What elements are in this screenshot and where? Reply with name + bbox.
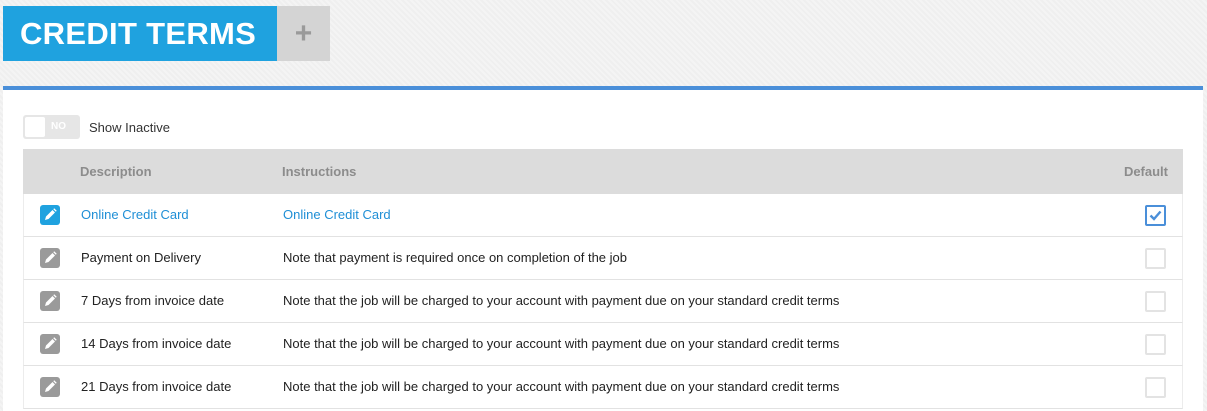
edit-button[interactable] (40, 334, 60, 354)
row-instructions: Note that the job will be charged to you… (283, 336, 840, 351)
checkmark-icon (1149, 210, 1162, 221)
default-checkbox[interactable] (1145, 291, 1166, 312)
table-header: Description Instructions Default (23, 149, 1183, 194)
row-instructions: Note that payment is required once on co… (283, 250, 627, 265)
edit-button[interactable] (40, 205, 60, 225)
pencil-icon (45, 294, 57, 306)
default-checkbox[interactable] (1145, 248, 1166, 269)
row-description-link[interactable]: Online Credit Card (81, 194, 189, 236)
show-inactive-toggle[interactable]: NO (23, 115, 80, 139)
credit-terms-panel: NO Show Inactive Description Instruction… (3, 86, 1203, 411)
add-credit-term-button[interactable]: + (277, 6, 330, 61)
column-header-instructions[interactable]: Instructions (282, 149, 356, 194)
table-row: 7 Days from invoice date Note that the j… (23, 280, 1183, 323)
table-row: Online Credit Card Online Credit Card (23, 194, 1183, 237)
default-checkbox[interactable] (1145, 205, 1166, 226)
table-row: Payment on Delivery Note that payment is… (23, 237, 1183, 280)
row-instructions-link[interactable]: Online Credit Card (283, 194, 391, 236)
row-instructions: Note that the job will be charged to you… (283, 379, 840, 394)
show-inactive-filter: NO Show Inactive (23, 115, 170, 139)
page-title: CREDIT TERMS (3, 6, 277, 61)
page: CREDIT TERMS + NO Show Inactive Descript… (0, 0, 1207, 411)
row-instructions: Note that the job will be charged to you… (283, 293, 840, 308)
row-description: Payment on Delivery (81, 250, 201, 265)
pencil-icon (45, 337, 57, 349)
default-checkbox[interactable] (1145, 334, 1166, 355)
row-description: 21 Days from invoice date (81, 379, 232, 394)
page-header: CREDIT TERMS + (3, 6, 330, 61)
pencil-icon (45, 380, 57, 392)
row-description: 14 Days from invoice date (81, 336, 232, 351)
edit-button[interactable] (40, 377, 60, 397)
column-header-description[interactable]: Description (80, 149, 152, 194)
toggle-state-label: NO (51, 121, 66, 132)
pencil-icon (45, 251, 57, 263)
toggle-knob (25, 117, 45, 137)
show-inactive-label: Show Inactive (89, 119, 170, 135)
default-checkbox[interactable] (1145, 377, 1166, 398)
credit-terms-table: Description Instructions Default Online … (23, 149, 1183, 409)
row-description: 7 Days from invoice date (81, 293, 225, 308)
table-row: 21 Days from invoice date Note that the … (23, 366, 1183, 409)
table-row: 14 Days from invoice date Note that the … (23, 323, 1183, 366)
edit-button[interactable] (40, 291, 60, 311)
pencil-icon (45, 208, 57, 220)
edit-button[interactable] (40, 248, 60, 268)
column-header-default[interactable]: Default (1124, 149, 1168, 194)
